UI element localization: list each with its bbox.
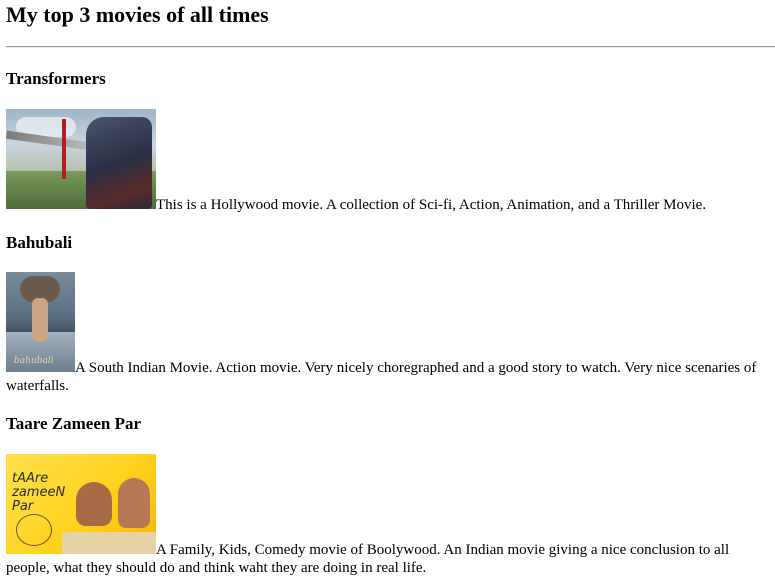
movie-entry-transformers: This is a Hollywood movie. A collection … — [6, 109, 775, 214]
poster-figure — [32, 298, 48, 342]
poster-doodle — [16, 514, 52, 546]
movie-description-transformers: This is a Hollywood movie. A collection … — [156, 197, 707, 213]
poster-table — [62, 532, 156, 554]
poster-sword — [62, 119, 66, 179]
movie-description-bahubali: A South Indian Movie. Action movie. Very… — [6, 360, 757, 394]
movie-entry-bahubali: bahubali A South Indian Movie. Action mo… — [6, 272, 775, 395]
poster-kid — [76, 482, 112, 526]
poster-robot — [86, 117, 152, 209]
poster-title-text: tAAre zameeN Par — [12, 471, 66, 514]
transformers-poster-image — [6, 109, 156, 209]
movie-entry-taare-zameen-par: tAAre zameeN Par A Family, Kids, Comedy … — [6, 454, 775, 577]
movie-title-taare-zameen-par: Taare Zameen Par — [6, 414, 142, 433]
poster-title-text: bahubali — [14, 356, 54, 366]
movie-title-transformers: Transformers — [6, 69, 106, 88]
taare-zameen-par-poster-image: tAAre zameeN Par — [6, 454, 156, 554]
poster-man — [118, 478, 150, 528]
bahubali-poster-image: bahubali — [6, 272, 75, 372]
divider — [6, 46, 775, 48]
movie-title-bahubali: Bahubali — [6, 233, 73, 252]
page-title: My top 3 movies of all times — [6, 2, 269, 27]
